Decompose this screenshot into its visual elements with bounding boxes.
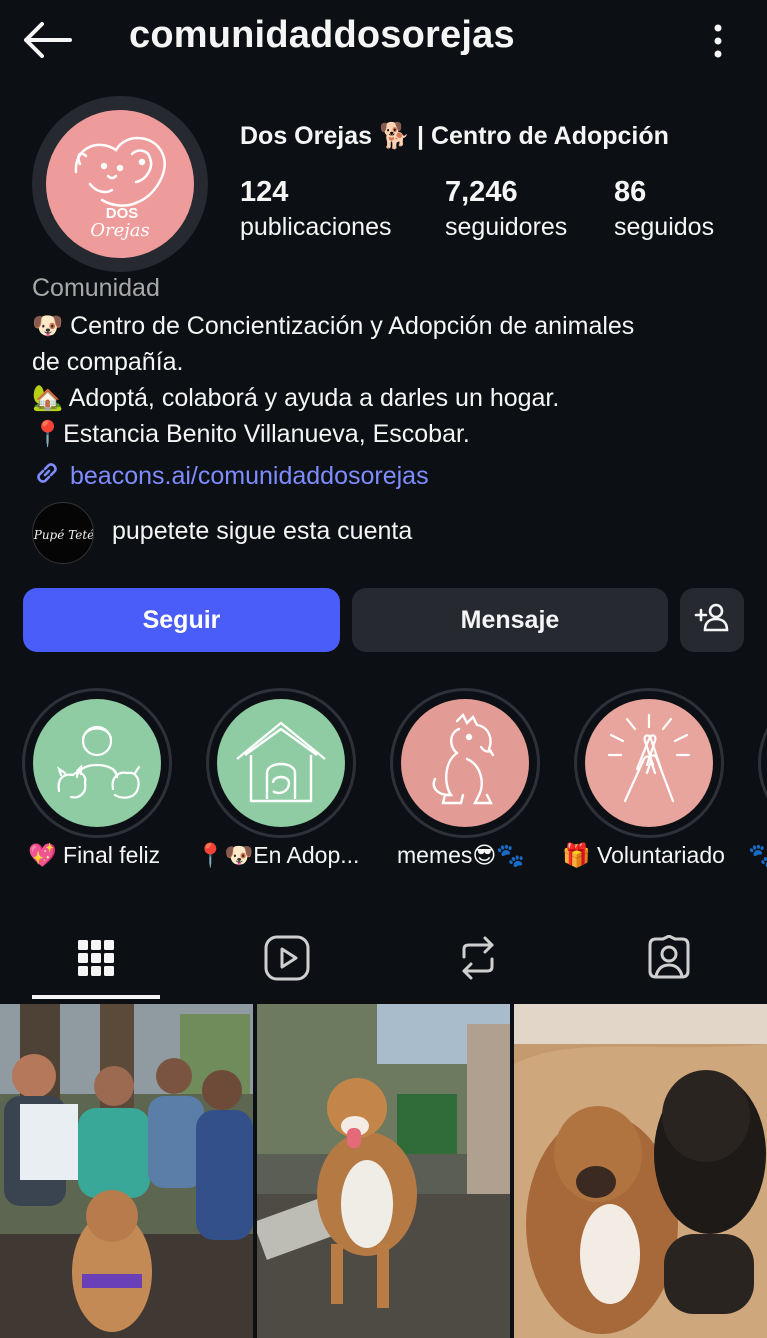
repost-icon [458,935,498,986]
profile-category: Comunidad [32,274,160,302]
arrow-left-icon[interactable] [22,20,74,60]
display-name: Dos Orejas 🐕 | Centro de Adopción [240,122,669,150]
bio-line: 🐶 Centro de Concientización y Adopción d… [32,312,635,340]
add-user-button[interactable] [680,588,744,652]
highlight-cover [217,699,345,827]
link-text: beacons.ai/comunidaddosorejas [70,462,429,490]
reels-icon [264,935,310,986]
top-bar: comunidaddosorejas [0,0,767,82]
tab-reposts[interactable] [382,918,573,1002]
highlight-cover [585,699,713,827]
profile-bio: 🐶 Centro de Concientización y Adopción d… [32,308,752,452]
tab-tagged[interactable] [573,918,764,1002]
stat-followers[interactable]: 7,246 seguidores [445,174,567,244]
follow-button[interactable]: Seguir [23,588,340,652]
avatar[interactable]: DOS Orejas [46,110,194,258]
profile-tabs [0,918,767,1002]
posts-grid [0,1004,767,1338]
stat-label: seguidores [445,213,568,241]
followed-by-text[interactable]: pupetete sigue esta cuenta [112,517,412,546]
highlight-label: 🎁 Voluntariado [562,842,725,868]
stat-value: 86 [614,176,647,208]
tab-posts[interactable] [0,918,191,1002]
stat-label: publicaciones [240,213,392,241]
stat-following[interactable]: 86 seguidos [614,174,714,244]
follower-avatar-text: Pupé Teté [33,528,94,542]
tab-reels[interactable] [191,918,382,1002]
profile-username: comunidaddosorejas [129,14,515,56]
link-icon [32,458,70,495]
bio-line: 🏡 Adoptá, colaborá y ayuda a darles un h… [32,384,560,412]
highlight-label: memes😎🐾 [397,842,526,868]
add-user-icon [694,601,730,640]
message-button[interactable]: Mensaje [352,588,668,652]
stat-value: 7,246 [445,176,518,208]
post-thumbnail[interactable] [514,1004,767,1338]
highlight-cover [33,699,161,827]
bio-line: 📍Estancia Benito Villanueva, Escobar. [32,420,470,448]
stat-posts[interactable]: 124 publicaciones [240,174,392,244]
highlight-cover [401,699,529,827]
svg-text:Orejas: Orejas [90,220,150,241]
more-vertical-icon[interactable] [702,20,734,62]
highlight-label: 📍🐶En Adop... [196,842,360,868]
highlight-label: 💖 Final feliz [28,842,161,868]
tagged-icon [646,934,692,986]
grid-icon [76,938,116,983]
post-thumbnail[interactable] [257,1004,510,1338]
profile-link[interactable]: beacons.ai/comunidaddosorejas [32,458,429,495]
stat-label: seguidos [614,213,715,241]
stat-value: 124 [240,176,289,208]
highlight-label-partial: 🐾 [748,842,767,868]
bio-line: de compañía. [32,348,184,376]
follower-avatar[interactable]: Pupé Teté [32,502,94,564]
active-tab-indicator [32,995,160,999]
post-thumbnail[interactable] [0,1004,253,1338]
